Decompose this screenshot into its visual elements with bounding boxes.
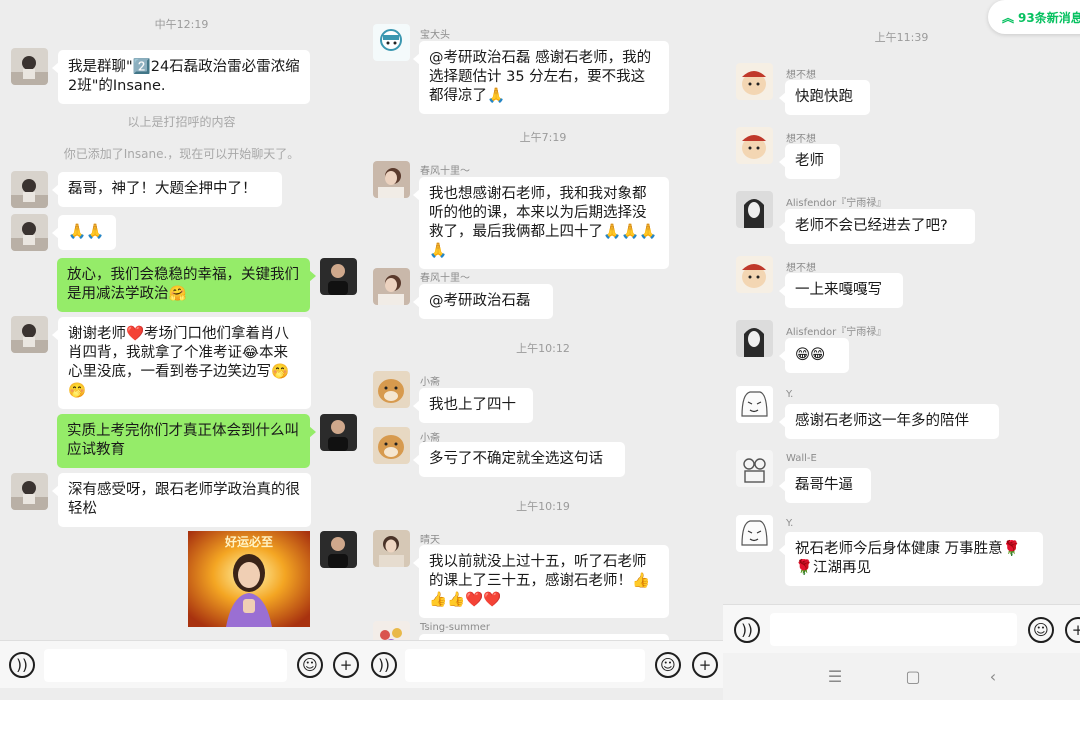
message-bubble[interactable]: 多亏了不确定就全选这句话 [413, 442, 625, 477]
avatar-wall-e[interactable] [736, 450, 773, 487]
sender-name: Alisfendor『宁雨禄』 [786, 327, 887, 338]
sender-name: 想不想 [786, 263, 816, 274]
message-bubble[interactable]: @考研政治石磊 [413, 284, 553, 319]
message-bubble[interactable]: 祝石老师今后身体健康 万事胜意🌹🌹江湖再见 [779, 532, 1043, 586]
back-chevron-icon[interactable]: ‹ [983, 667, 1003, 687]
message-bubble[interactable]: 我也想感谢石老师，我和我对象都听的他的课，本来以为后期选择没救了，最后我俩都上四… [413, 177, 669, 269]
message-bubble[interactable]: 😁😁 [779, 338, 849, 373]
message-bubble[interactable]: 磊哥牛逼 [779, 468, 871, 503]
message-bubble[interactable]: @考研政治石磊 感谢石老师，我的选择题估计 35 分左右，要不我这都得凉了🙏 [413, 41, 669, 114]
message-bubble[interactable]: 磊哥，神了！大题全押中了！ [52, 172, 282, 207]
emoji-icon[interactable]: ☺ [655, 652, 681, 678]
avatar-chunfeng[interactable] [373, 268, 410, 305]
sender-name: Y. [786, 518, 794, 529]
timestamp: 中午12:19 [154, 18, 209, 31]
system-navigation-bar: ☰ ▢ ‹ [723, 653, 1080, 700]
voice-icon[interactable]: )) [371, 652, 397, 678]
sender-name: 晴天 [420, 535, 440, 546]
avatar-self[interactable] [320, 531, 357, 568]
sender-name: 春风十里～ [420, 166, 470, 177]
message-input[interactable] [44, 649, 287, 682]
message-bubble[interactable]: 感谢石老师这一年多的陪伴 [779, 404, 999, 439]
avatar-y[interactable] [736, 515, 773, 552]
plus-icon[interactable]: + [692, 652, 718, 678]
timestamp: 上午7:19 [519, 131, 567, 144]
avatar-xiangbuxiang[interactable] [736, 63, 773, 100]
input-bar: )) ☺ + [723, 604, 1080, 654]
self-message-bubble[interactable]: 放心，我们会稳稳的幸福，关键我们是用减法学政治🤗 [57, 258, 316, 312]
avatar-baodatou[interactable] [373, 24, 410, 61]
avatar-self[interactable] [320, 414, 357, 451]
avatar-alisfendor[interactable] [736, 320, 773, 357]
message-bubble[interactable]: 我以前就没上过十五，听了石老师的课上了三十五，感谢石老师！👍👍👍❤️❤️ [413, 545, 669, 618]
avatar-insane[interactable] [11, 48, 48, 85]
home-square-icon[interactable]: ▢ [903, 667, 923, 687]
message-input[interactable] [405, 649, 645, 682]
system-message: 你已添加了Insane.，现在可以开始聊天了。 [63, 147, 300, 161]
system-message: 以上是打招呼的内容 [127, 115, 236, 129]
sender-name: Wall-E [786, 453, 817, 464]
message-bubble[interactable]: 我是群聊"2️⃣24石磊政治雷必雷浓缩2班"的Insane. [52, 50, 310, 104]
timestamp: 上午11:39 [874, 31, 929, 44]
sender-name: 想不想 [786, 70, 816, 81]
sender-name: Y. [786, 389, 794, 400]
timestamp: 上午10:12 [516, 342, 570, 355]
avatar-xiangbuxiang[interactable] [736, 256, 773, 293]
message-bubble[interactable]: 老师不会已经进去了吧? [779, 209, 975, 244]
sender-name: 春风十里～ [420, 273, 470, 284]
avatar-y[interactable] [736, 386, 773, 423]
plus-icon[interactable]: + [1065, 617, 1080, 643]
self-message-bubble[interactable]: 实质上考完你们才真正体会到什么叫应试教育 [57, 414, 316, 468]
avatar-qingtian[interactable] [373, 530, 410, 567]
sender-name: 宝大头 [420, 30, 450, 41]
input-bar: )) ☺ + [0, 640, 363, 688]
message-bubble[interactable]: 一上来嘎嘎写 [779, 273, 903, 308]
avatar-chunfeng[interactable] [373, 161, 410, 198]
avatar-xiangbuxiang[interactable] [736, 127, 773, 164]
message-bubble[interactable]: 🙏🙏 [52, 215, 116, 250]
timestamp: 上午10:19 [516, 500, 570, 513]
input-bar: )) ☺ + [363, 640, 723, 688]
avatar-insane[interactable] [11, 171, 48, 208]
emoji-icon[interactable]: ☺ [297, 652, 323, 678]
message-bubble[interactable]: 谢谢老师❤️考场门口他们拿着肖八肖四背，我就拿了个准考证😂本来心里没底，一看到卷… [52, 317, 311, 409]
image-message[interactable]: 好运必至 [188, 531, 310, 627]
message-input[interactable] [770, 613, 1017, 646]
sender-name: 想不想 [786, 134, 816, 145]
menu-icon[interactable]: ☰ [825, 667, 845, 687]
avatar-xiaozhai[interactable] [373, 427, 410, 464]
sender-name: Alisfendor『宁雨禄』 [786, 198, 887, 209]
chat-panel-2: 宝大头 @考研政治石磊 感谢石老师，我的选择题估计 35 分左右，要不我这都得凉… [363, 0, 723, 700]
message-bubble[interactable]: 我也上了四十 [413, 388, 533, 423]
sender-name: Tsing-summer [420, 622, 491, 633]
double-chevron-up-icon: ︽ [1002, 10, 1015, 25]
sender-name: 小斋 [420, 377, 440, 388]
avatar-insane[interactable] [11, 316, 48, 353]
new-messages-label: 93条新消息 [1018, 10, 1080, 25]
image-caption: 好运必至 [224, 535, 273, 549]
message-bubble[interactable]: 深有感受呀，跟石老师学政治真的很轻松 [52, 473, 311, 527]
voice-icon[interactable]: )) [9, 652, 35, 678]
chat-panel-3: ︽ 93条新消息 上午11:39 想不想 快跑快跑 想不想 老师 Alisfen… [723, 0, 1080, 700]
plus-icon[interactable]: + [333, 652, 359, 678]
avatar-insane[interactable] [11, 214, 48, 251]
avatar-self[interactable] [320, 258, 357, 295]
emoji-icon[interactable]: ☺ [1028, 617, 1054, 643]
message-bubble[interactable]: 老师 [779, 144, 840, 179]
message-bubble[interactable]: 快跑快跑 [779, 80, 870, 115]
voice-icon[interactable]: )) [734, 617, 760, 643]
avatar-alisfendor[interactable] [736, 191, 773, 228]
chat-panel-1: 中午12:19 我是群聊"2️⃣24石磊政治雷必雷浓缩2班"的Insane. 以… [0, 0, 363, 700]
avatar-xiaozhai[interactable] [373, 371, 410, 408]
avatar-insane[interactable] [11, 473, 48, 510]
